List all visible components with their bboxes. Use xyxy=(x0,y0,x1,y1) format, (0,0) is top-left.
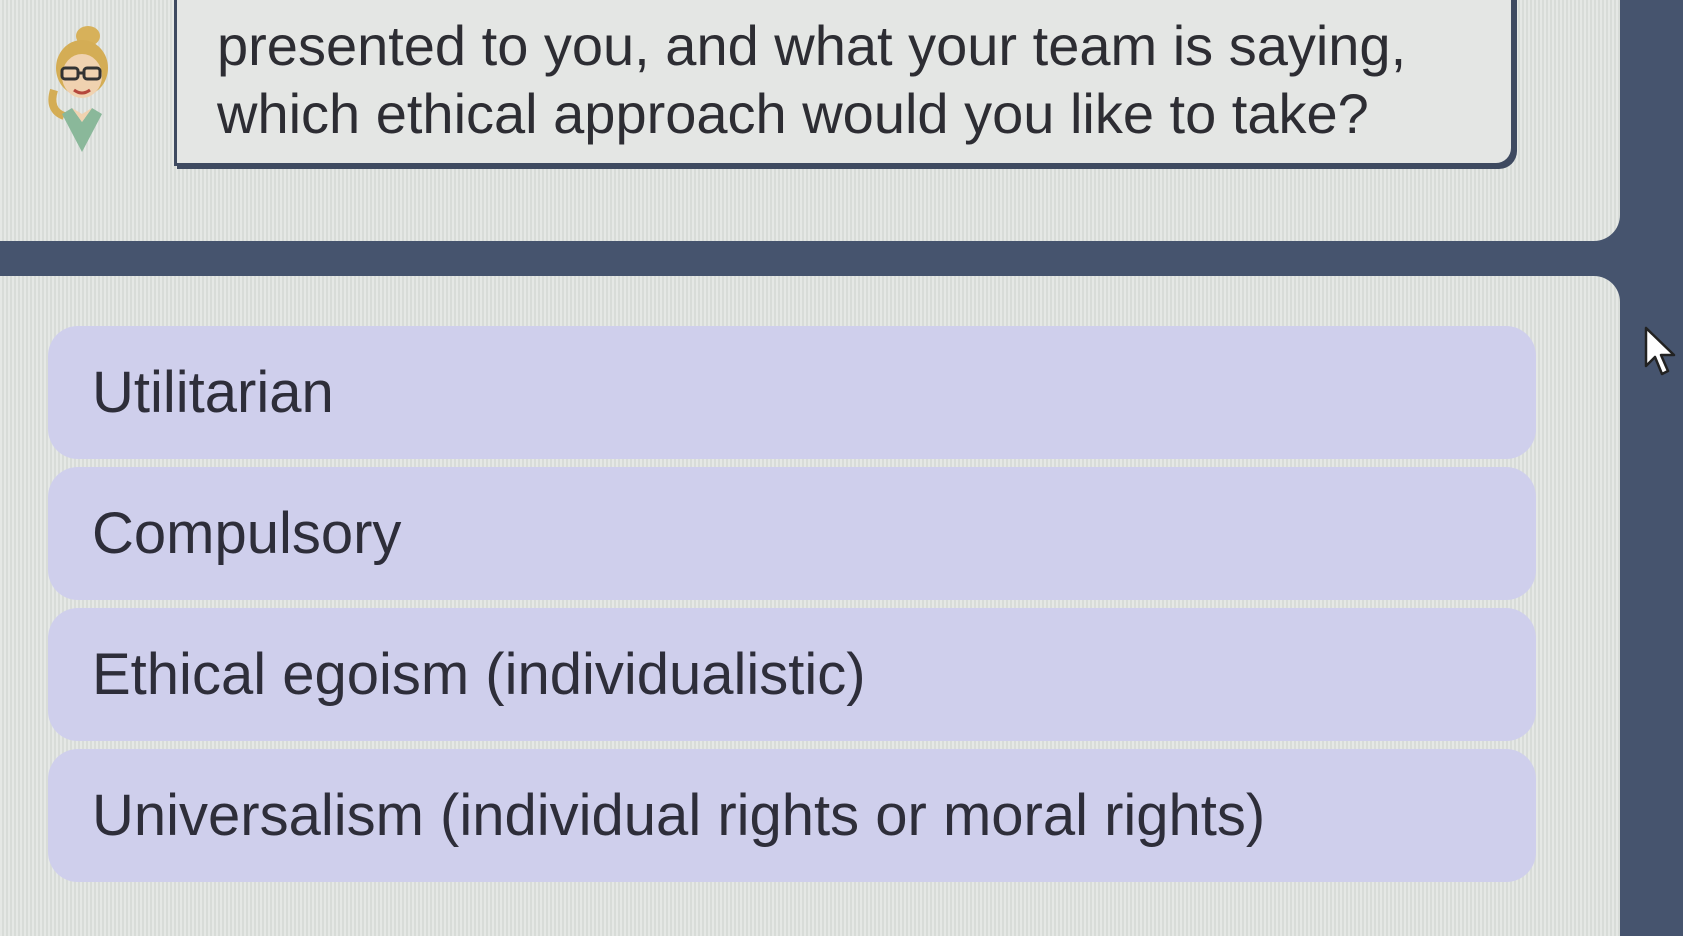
option-label: Utilitarian xyxy=(92,360,334,425)
question-text-line-2: which ethical approach would you like to… xyxy=(217,82,1369,145)
mouse-cursor-icon xyxy=(1644,326,1676,376)
option-label: Compulsory xyxy=(92,501,402,566)
answer-options-list: Utilitarian Compulsory Ethical egoism (i… xyxy=(48,326,1536,890)
option-compulsory[interactable]: Compulsory xyxy=(48,467,1536,600)
question-text-line-1: presented to you, and what your team is … xyxy=(217,14,1407,77)
option-ethical-egoism[interactable]: Ethical egoism (individualistic) xyxy=(48,608,1536,741)
option-universalism[interactable]: Universalism (individual rights or moral… xyxy=(48,749,1536,882)
question-panel: presented to you, and what your team is … xyxy=(0,0,1620,241)
character-avatar-icon xyxy=(48,26,108,152)
question-bubble: presented to you, and what your team is … xyxy=(174,0,1514,166)
option-label: Universalism (individual rights or moral… xyxy=(92,783,1266,848)
option-utilitarian[interactable]: Utilitarian xyxy=(48,326,1536,459)
option-label: Ethical egoism (individualistic) xyxy=(92,642,866,707)
